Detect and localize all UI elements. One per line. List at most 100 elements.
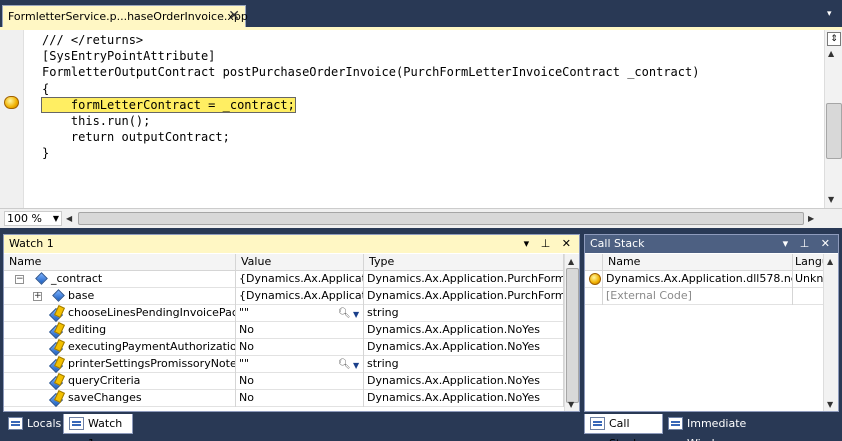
tab-immediate-window[interactable]: Immediate Window (663, 414, 783, 441)
chevron-down-icon[interactable]: ▼ (353, 307, 359, 322)
current-code-line: formLetterContract = _contract; (41, 96, 699, 113)
collapse-icon[interactable]: − (15, 275, 24, 284)
code-line: { (42, 81, 50, 96)
frame-name[interactable]: [External Code] (603, 288, 793, 305)
magnifier-icon[interactable]: 🔍︎ (338, 357, 351, 373)
column-header-language[interactable]: Langu (793, 254, 829, 271)
watch-vertical-scrollbar[interactable]: ▲ ▼ (564, 254, 579, 411)
code-line: return outputContract; (42, 130, 230, 145)
window-buttons[interactable]: ▾ ⊥ ✕ (783, 235, 834, 253)
frame-language (793, 288, 825, 305)
column-header-name[interactable]: Name (603, 254, 793, 271)
tab-locals[interactable]: Locals (3, 414, 63, 434)
zoom-combobox[interactable]: 100 % ▼ (4, 211, 62, 226)
watch-value[interactable]: No (236, 322, 364, 339)
frame-name[interactable]: Dynamics.Ax.Application.dll578.net (603, 271, 793, 288)
property-icon (50, 340, 64, 354)
watch-name: editing (68, 323, 107, 336)
table-row[interactable]: [External Code] (585, 288, 825, 305)
code-line: this.run(); (42, 114, 151, 129)
watch-name: base (68, 289, 95, 302)
scroll-up-icon[interactable]: ▲ (828, 49, 834, 58)
editor-document[interactable]: /// </returns> [SysEntryPointAttribute] Fo… (0, 27, 842, 228)
editor-vertical-scrollbar[interactable]: ⇕ ▲ ▼ (824, 30, 842, 208)
scroll-left-icon[interactable]: ◀ (66, 214, 72, 223)
close-icon[interactable]: ✕ (228, 8, 240, 24)
tab-label: Watch 1 (88, 417, 123, 441)
watch-name: saveChanges (68, 391, 142, 404)
table-row[interactable]: − _contract {Dynamics.Ax.Applicati Dynam… (4, 271, 564, 288)
property-icon (50, 391, 64, 405)
watch-value[interactable]: No (236, 390, 364, 407)
document-tab[interactable]: FormletterService.p...haseOrderInvoice.x… (2, 5, 248, 27)
column-header-name[interactable]: Name (4, 254, 236, 271)
watch-value[interactable]: No (236, 373, 364, 390)
table-row[interactable]: executingPaymentAuthorization No Dynamic… (4, 339, 564, 356)
watch-type: Dynamics.Ax.Application.NoYes (364, 322, 564, 339)
tab-watch-1[interactable]: Watch 1 (63, 414, 133, 441)
horizontal-scroll-thumb[interactable] (78, 212, 804, 225)
watch-value[interactable]: "" (239, 306, 249, 319)
watch-value[interactable]: {Dynamics.Ax.Applicati (236, 271, 364, 288)
watch-name: executingPaymentAuthorization (68, 340, 236, 353)
column-header-type[interactable]: Type (364, 254, 564, 271)
watch-value[interactable]: No (236, 339, 364, 356)
code-editor: FormletterService.p...haseOrderInvoice.x… (0, 0, 842, 228)
locals-icon (8, 417, 23, 430)
tab-call-stack[interactable]: Call Stack (584, 414, 663, 441)
watch-name: queryCriteria (68, 374, 141, 387)
table-row[interactable]: saveChanges No Dynamics.Ax.Application.N… (4, 390, 564, 407)
editor-bottom-bar: 100 % ▼ ◀ ▶ (0, 208, 842, 228)
watch-type: Dynamics.Ax.Application.NoYes (364, 373, 564, 390)
watch-name: printerSettingsPromissoryNote (68, 357, 236, 370)
tab-label: Immediate Window (687, 417, 747, 441)
watch-type: Dynamics.Ax.Application.PurchForm (364, 271, 564, 288)
table-row[interactable]: chooseLinesPendingInvoicePac "" 🔍︎ ▼ str… (4, 305, 564, 322)
table-row[interactable]: Dynamics.Ax.Application.dll578.net Unkn (585, 271, 825, 288)
scroll-up-icon[interactable]: ▲ (827, 257, 833, 266)
scroll-down-icon[interactable]: ▼ (827, 400, 833, 409)
chevron-down-icon[interactable]: ▼ (353, 358, 359, 373)
watch-window: Watch 1 ▾ ⊥ ✕ Name Value Type − _contrac… (3, 234, 580, 412)
scroll-thumb[interactable] (566, 268, 579, 403)
scroll-thumb[interactable] (826, 103, 842, 159)
watch-name: _contract (51, 272, 103, 285)
table-row[interactable]: queryCriteria No Dynamics.Ax.Application… (4, 373, 564, 390)
property-icon (50, 374, 64, 388)
code-line: } (42, 146, 50, 161)
watch-icon (69, 417, 84, 430)
chevron-down-icon[interactable]: ▼ (53, 212, 59, 225)
scroll-corner (824, 209, 842, 228)
split-window-icon[interactable]: ⇕ (827, 32, 841, 46)
table-row[interactable]: + base {Dynamics.Ax.Applicati Dynamics.A… (4, 288, 564, 305)
code-text[interactable]: /// </returns> [SysEntryPointAttribute] Fo… (41, 32, 699, 162)
scroll-down-icon[interactable]: ▼ (828, 195, 834, 204)
expand-icon[interactable]: + (33, 292, 42, 301)
scroll-down-icon[interactable]: ▼ (568, 400, 574, 409)
scroll-right-icon[interactable]: ▶ (808, 214, 814, 223)
indicator-margin[interactable] (0, 30, 24, 208)
code-line: /// </returns> (42, 33, 144, 47)
current-statement-highlight: formLetterContract = _contract; (41, 96, 296, 113)
watch-name: chooseLinesPendingInvoicePac (68, 306, 236, 319)
watch-value[interactable]: "" (239, 357, 249, 370)
table-row[interactable]: printerSettingsPromissoryNote "" 🔍︎ ▼ st… (4, 356, 564, 373)
debug-tabs-left: Locals Watch 1 (3, 412, 580, 441)
call-stack-vertical-scrollbar[interactable]: ▲ ▼ (823, 254, 838, 411)
watch-title: Watch 1 (9, 237, 54, 250)
code-line: [SysEntryPointAttribute] (42, 49, 216, 64)
scroll-up-icon[interactable]: ▲ (568, 257, 574, 266)
call-stack-title-bar[interactable]: Call Stack ▾ ⊥ ✕ (585, 235, 838, 253)
tab-label: Call Stack (609, 417, 639, 441)
watch-title-bar[interactable]: Watch 1 ▾ ⊥ ✕ (4, 235, 579, 253)
magnifier-icon[interactable]: 🔍︎ (338, 306, 351, 322)
column-header-value[interactable]: Value (236, 254, 364, 271)
window-buttons[interactable]: ▾ ⊥ ✕ (524, 235, 575, 253)
property-icon (50, 306, 64, 320)
document-tab-title: FormletterService.p...haseOrderInvoice.x… (8, 10, 248, 23)
document-dropdown-icon[interactable]: ▾ (827, 10, 836, 19)
table-row[interactable]: editing No Dynamics.Ax.Application.NoYes (4, 322, 564, 339)
watch-value[interactable]: {Dynamics.Ax.Applicati (236, 288, 364, 305)
zoom-value: 100 % (7, 212, 42, 225)
immediate-window-icon (668, 417, 683, 430)
